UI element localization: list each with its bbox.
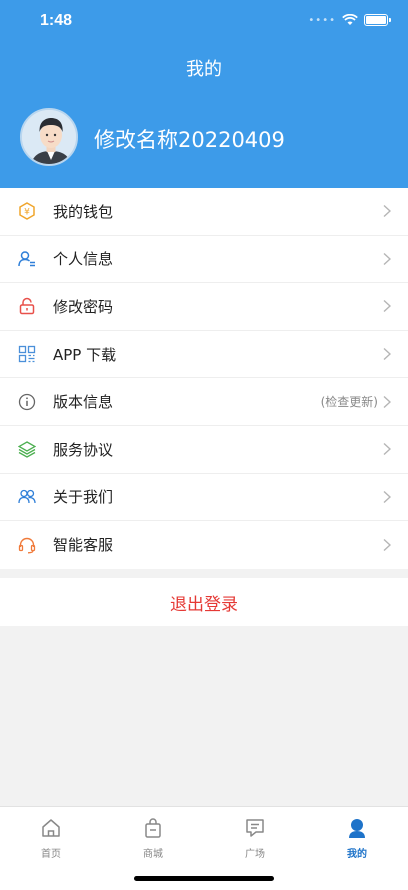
menu-item-label: 个人信息 — [53, 250, 114, 269]
lock-icon — [17, 296, 37, 316]
tab-home[interactable]: 首页 — [0, 815, 102, 860]
settings-menu: ¥ 我的钱包 个人信息 修改密码 APP 下载 版本信息 (检查更新) 服务协议… — [0, 188, 408, 569]
chat-icon — [204, 815, 306, 841]
menu-item-wallet[interactable]: ¥ 我的钱包 — [0, 188, 408, 236]
chevron-right-icon — [383, 300, 391, 313]
headset-icon — [17, 535, 37, 555]
menu-item-label: 智能客服 — [53, 536, 114, 555]
status-time: 1:48 — [40, 12, 73, 29]
logout-button[interactable]: 退出登录 — [0, 578, 408, 626]
svg-text:¥: ¥ — [24, 208, 30, 218]
tab-label: 我的 — [347, 849, 367, 860]
menu-item-label: 修改密码 — [53, 297, 114, 316]
tab-mall[interactable]: 商城 — [102, 815, 204, 860]
wallet-icon: ¥ — [17, 201, 37, 221]
avatar-illustration-icon — [22, 110, 76, 164]
tab-label: 首页 — [41, 849, 61, 860]
chevron-right-icon — [383, 252, 391, 265]
menu-item-label: 我的钱包 — [53, 202, 114, 221]
tab-mine[interactable]: 我的 — [306, 815, 408, 860]
profile-header: 1:48 •••• 我的 修改名称20220409 — [0, 0, 408, 188]
wifi-icon — [342, 14, 358, 25]
menu-item-service-agreement[interactable]: 服务协议 — [0, 426, 408, 474]
check-update-hint: (检查更新) — [320, 395, 378, 410]
page-title: 我的 — [186, 59, 222, 80]
person-icon — [306, 815, 408, 841]
chevron-right-icon — [383, 205, 391, 218]
signal-icon: •••• — [308, 14, 336, 26]
battery-icon — [364, 14, 391, 26]
tab-square[interactable]: 广场 — [204, 815, 306, 860]
menu-item-label: APP 下载 — [53, 345, 117, 364]
menu-item-label: 版本信息 — [53, 393, 114, 412]
avatar[interactable] — [20, 108, 78, 166]
menu-item-personal-info[interactable]: 个人信息 — [0, 236, 408, 284]
chevron-right-icon — [383, 490, 391, 503]
menu-item-version-info[interactable]: 版本信息 (检查更新) — [0, 378, 408, 426]
status-icons: •••• — [308, 14, 391, 26]
home-icon — [0, 815, 102, 841]
profile-name[interactable]: 修改名称20220409 — [94, 124, 285, 154]
menu-item-label: 关于我们 — [53, 488, 114, 507]
menu-item-about-us[interactable]: 关于我们 — [0, 474, 408, 522]
menu-item-app-download[interactable]: APP 下载 — [0, 331, 408, 379]
chevron-right-icon — [383, 395, 391, 408]
info-icon — [17, 392, 37, 412]
person-info-icon — [17, 249, 37, 269]
tab-label: 商城 — [143, 849, 163, 860]
status-bar: 1:48 •••• — [0, 0, 408, 44]
layers-icon — [17, 439, 37, 459]
qr-code-icon — [17, 344, 37, 364]
users-icon — [17, 487, 37, 507]
menu-item-label: 服务协议 — [53, 440, 114, 459]
chevron-right-icon — [383, 443, 391, 456]
menu-item-change-password[interactable]: 修改密码 — [0, 283, 408, 331]
chevron-right-icon — [383, 348, 391, 361]
shopping-bag-icon — [102, 815, 204, 841]
home-indicator — [134, 876, 274, 881]
chevron-right-icon — [383, 538, 391, 551]
tab-label: 广场 — [245, 849, 265, 860]
menu-item-smart-support[interactable]: 智能客服 — [0, 521, 408, 569]
